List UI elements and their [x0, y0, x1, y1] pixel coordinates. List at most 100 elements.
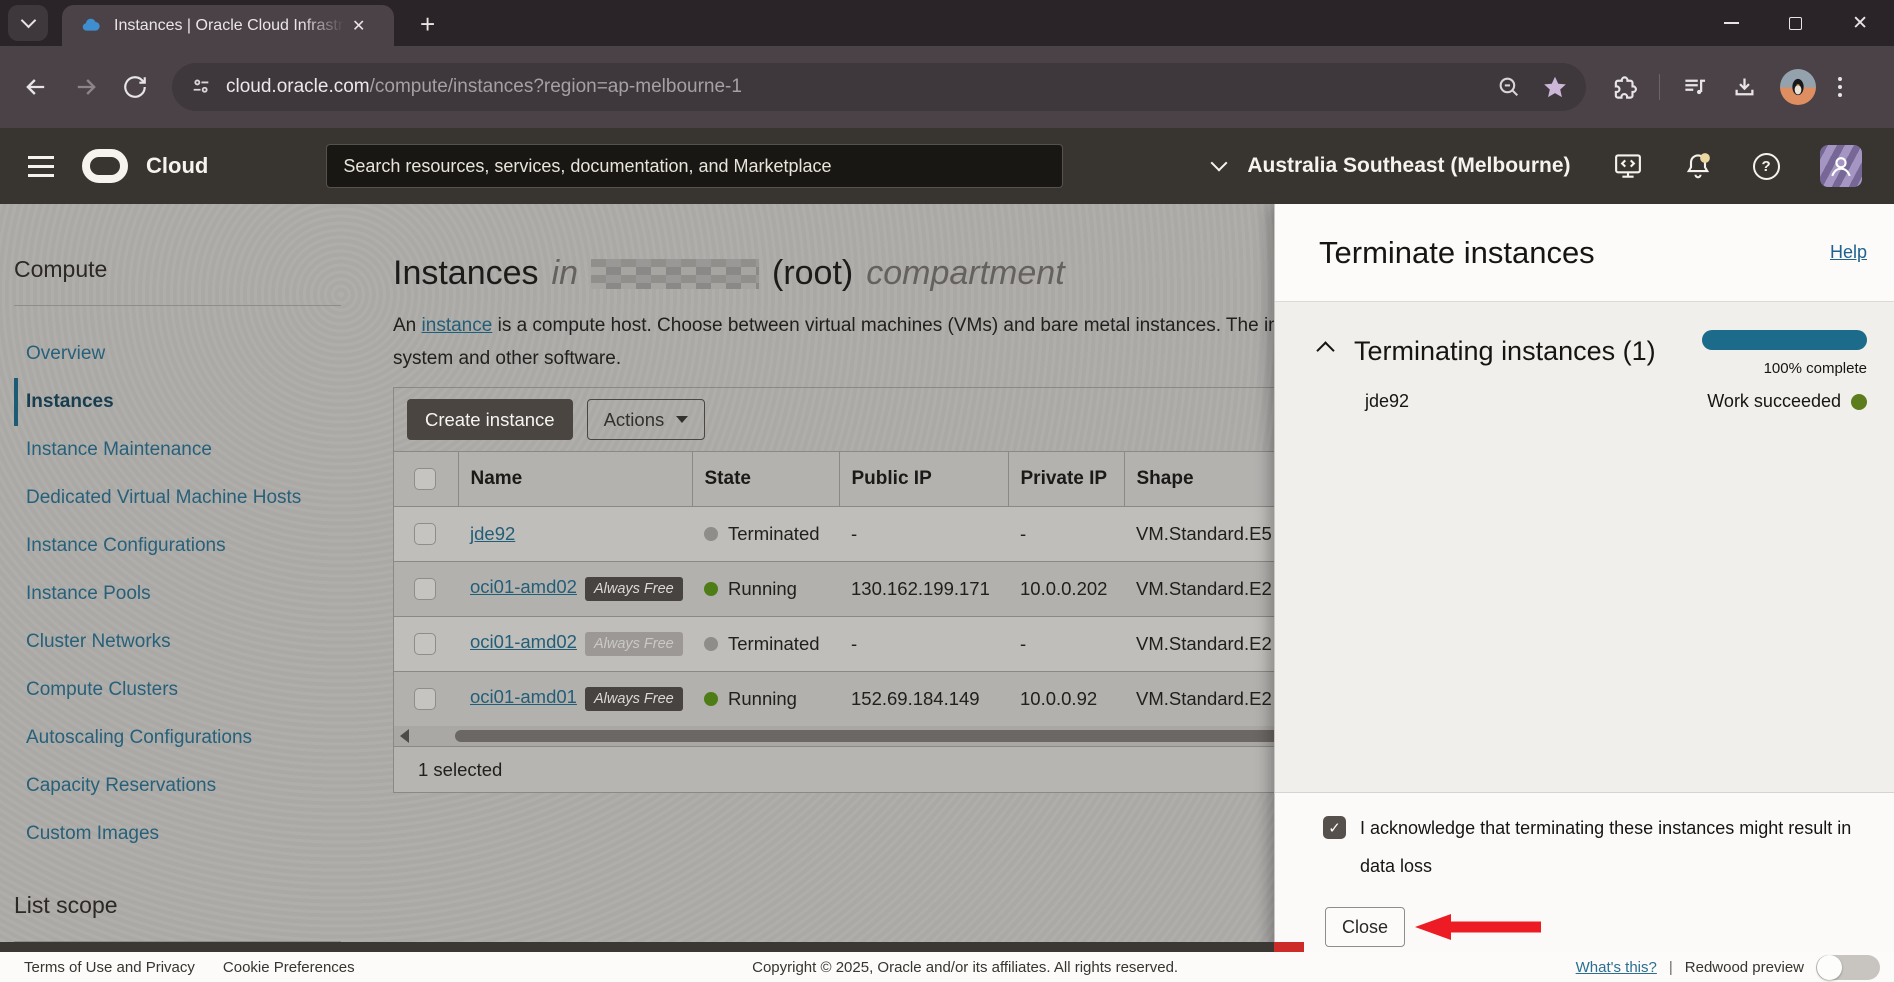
sidebar-item-instance-maintenance[interactable]: Instance Maintenance — [14, 426, 355, 474]
downloads-icon[interactable] — [1731, 74, 1758, 101]
sidebar-item-instance-configurations[interactable]: Instance Configurations — [14, 522, 355, 570]
instances-table-card: Create instance Actions Name State Publi… — [393, 387, 1383, 793]
close-button[interactable]: Close — [1325, 907, 1405, 947]
table-toolbar: Create instance Actions — [394, 388, 1382, 452]
content-bottom-strip — [0, 942, 1274, 952]
redwood-preview-toggle[interactable] — [1816, 955, 1880, 980]
terminate-instances-panel: Terminate instances Help Terminating ins… — [1274, 204, 1894, 952]
zoom-out-icon[interactable] — [1497, 75, 1522, 100]
toolbar-separator — [1659, 74, 1660, 100]
close-row: Close — [1323, 907, 1867, 947]
table-row: oci01-amd02Always Free Terminated - - VM… — [394, 616, 1382, 671]
instance-link[interactable]: oci01-amd02 — [470, 576, 577, 597]
hamburger-menu-icon[interactable] — [28, 156, 54, 177]
cloud-favicon-icon — [80, 15, 102, 37]
state-dot-terminated — [704, 637, 718, 651]
progress-label: 100% complete — [1702, 360, 1867, 377]
row-checkbox[interactable] — [414, 688, 436, 710]
sidebar-item-compute-clusters[interactable]: Compute Clusters — [14, 666, 355, 714]
table-row: oci01-amd01Always Free Running 152.69.18… — [394, 671, 1382, 726]
sidebar-item-dedicated-vm-hosts[interactable]: Dedicated Virtual Machine Hosts — [14, 474, 355, 522]
acknowledge-text: I acknowledge that terminating these ins… — [1360, 809, 1867, 885]
region-selector[interactable]: Australia Southeast (Melbourne) — [1213, 154, 1570, 178]
progress-bar — [1702, 330, 1867, 350]
red-mark — [1274, 942, 1304, 952]
new-tab-button[interactable]: + — [420, 9, 435, 40]
forward-button[interactable] — [72, 73, 100, 101]
sidebar-title: Compute — [14, 204, 355, 283]
help-icon[interactable]: ? — [1753, 153, 1780, 180]
browser-tabstrip: Instances | Oracle Cloud Infrastr ✕ + ✕ — [0, 0, 1894, 46]
reload-button[interactable] — [122, 74, 148, 100]
sidebar-item-instance-pools[interactable]: Instance Pools — [14, 570, 355, 618]
instance-link[interactable]: jde92 — [470, 523, 515, 544]
acknowledge-checkbox[interactable]: ✓ — [1323, 816, 1346, 839]
announcements-bell-icon[interactable] — [1683, 151, 1713, 181]
terminating-instance-row: jde92 Work succeeded — [1365, 391, 1867, 412]
state-dot-terminated — [704, 527, 718, 541]
window-close-button[interactable]: ✕ — [1852, 14, 1868, 33]
chevron-down-icon — [1211, 155, 1228, 172]
scroll-left-arrow-icon[interactable] — [400, 729, 409, 743]
forward-arrow-icon — [72, 73, 100, 101]
horizontal-scrollbar[interactable] — [394, 726, 1382, 746]
sidebar-divider — [14, 305, 341, 306]
public-ip-cell: 130.162.199.171 — [839, 561, 1008, 616]
private-ip-cell: - — [1008, 506, 1124, 561]
desc-text-line2: system and other software. — [393, 348, 621, 369]
window-maximize-button[interactable] — [1789, 17, 1802, 30]
cloud-shell-icon[interactable] — [1613, 151, 1643, 181]
address-bar[interactable]: cloud.oracle.com/compute/instances?regio… — [172, 63, 1586, 111]
sidebar-item-capacity-reservations[interactable]: Capacity Reservations — [14, 762, 355, 810]
browser-menu-button[interactable] — [1838, 77, 1842, 97]
row-checkbox[interactable] — [414, 523, 436, 545]
bookmark-star-icon[interactable] — [1542, 74, 1568, 100]
extensions-icon[interactable] — [1610, 74, 1637, 101]
annotation-arrow-icon — [1413, 912, 1563, 942]
always-free-badge: Always Free — [585, 577, 683, 601]
sidebar-item-instances[interactable]: Instances — [14, 378, 355, 426]
instance-link[interactable]: oci01-amd01 — [470, 686, 577, 707]
profile-avatar[interactable] — [1820, 145, 1862, 187]
create-instance-button[interactable]: Create instance — [407, 399, 573, 440]
sidebar-item-custom-images[interactable]: Custom Images — [14, 810, 355, 858]
back-button[interactable] — [22, 73, 50, 101]
browser-profile-avatar[interactable] — [1780, 69, 1816, 105]
sidebar-item-autoscaling-configurations[interactable]: Autoscaling Configurations — [14, 714, 355, 762]
row-checkbox[interactable] — [414, 633, 436, 655]
brand-label[interactable]: Cloud — [146, 153, 208, 179]
whats-this-link[interactable]: What's this? — [1576, 959, 1657, 976]
cookie-preferences-link[interactable]: Cookie Preferences — [223, 959, 355, 976]
media-controls-icon[interactable] — [1682, 74, 1709, 101]
page-footer: Terms of Use and Privacy Cookie Preferen… — [0, 952, 1894, 982]
oracle-logo-icon[interactable] — [82, 149, 128, 183]
select-all-checkbox[interactable] — [414, 468, 436, 490]
list-scope-section: List scope — [14, 892, 355, 942]
collapse-chevron-icon[interactable] — [1316, 341, 1334, 359]
scrollbar-track[interactable] — [419, 729, 1380, 743]
help-link[interactable]: Help — [1830, 242, 1867, 263]
desc-text: is a compute host. Choose between virtua… — [492, 315, 1284, 336]
public-ip-cell: 152.69.184.149 — [839, 671, 1008, 726]
terminating-section-title: Terminating instances (1) — [1354, 330, 1674, 372]
tab-close-icon[interactable]: ✕ — [352, 16, 365, 36]
sidebar: Compute Overview Instances Instance Main… — [0, 204, 355, 942]
copyright-text: Copyright © 2025, Oracle and/or its affi… — [355, 959, 1576, 976]
status-dot-succeeded — [1851, 394, 1867, 410]
progress-fill — [1702, 330, 1867, 350]
region-label: Australia Southeast (Melbourne) — [1247, 154, 1570, 178]
site-settings-icon[interactable] — [190, 76, 212, 98]
tab-search-menu-button[interactable] — [8, 5, 48, 41]
window-minimize-button[interactable] — [1724, 22, 1739, 24]
browser-tab[interactable]: Instances | Oracle Cloud Infrastr ✕ — [62, 5, 394, 46]
instance-doc-link[interactable]: instance — [422, 315, 493, 336]
terms-link[interactable]: Terms of Use and Privacy — [24, 959, 195, 976]
global-search-input[interactable] — [326, 144, 1063, 188]
actions-button[interactable]: Actions — [587, 399, 706, 440]
instance-link[interactable]: oci01-amd02 — [470, 631, 577, 652]
sidebar-item-cluster-networks[interactable]: Cluster Networks — [14, 618, 355, 666]
scrollbar-thumb[interactable] — [455, 730, 1380, 742]
row-checkbox[interactable] — [414, 578, 436, 600]
sidebar-item-overview[interactable]: Overview — [14, 330, 355, 378]
work-status-label: Work succeeded — [1707, 391, 1841, 412]
